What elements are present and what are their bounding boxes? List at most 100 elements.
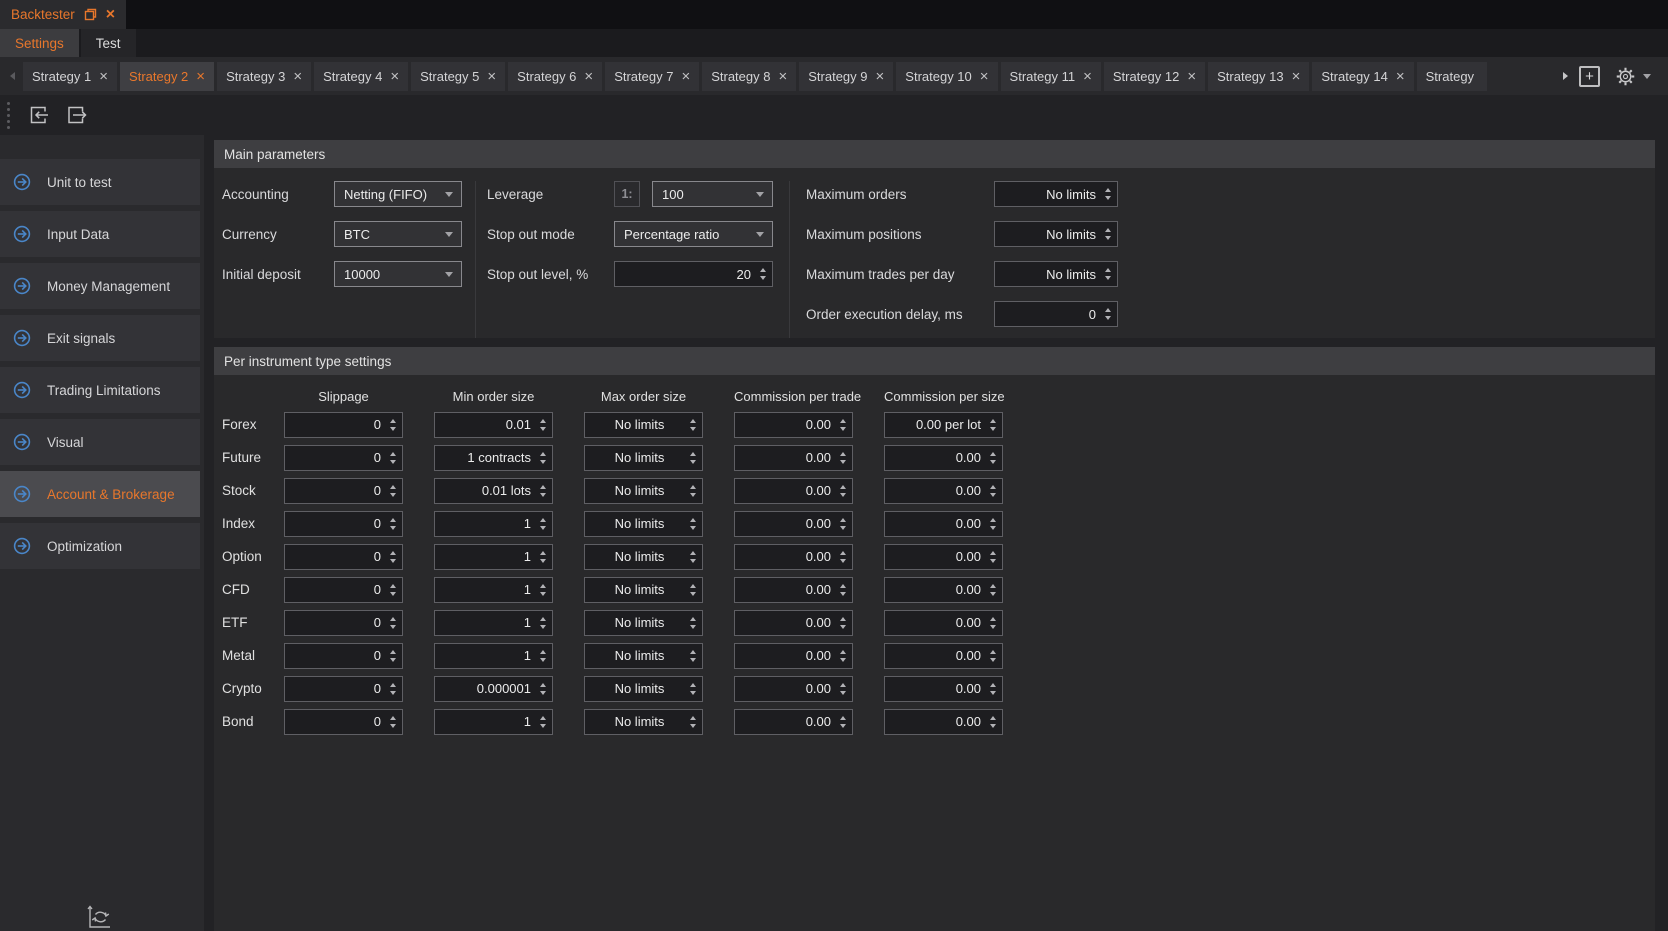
initial-deposit-dropdown[interactable]: 10000 xyxy=(334,261,462,287)
spinner-down-icon[interactable] xyxy=(1105,276,1111,280)
restore-window-icon[interactable] xyxy=(84,8,97,21)
slippage-spinner[interactable]: 0 xyxy=(284,412,403,438)
strategy-tab[interactable]: Strategy 14 × xyxy=(1312,62,1413,91)
close-icon[interactable]: × xyxy=(1292,69,1301,84)
close-icon[interactable]: × xyxy=(1083,69,1092,84)
max-order-size-spinner[interactable]: No limits xyxy=(584,709,703,735)
spinner-down-icon[interactable] xyxy=(990,625,996,629)
spinner-up-icon[interactable] xyxy=(390,683,396,687)
spinner-up-icon[interactable] xyxy=(760,268,766,272)
close-icon[interactable]: × xyxy=(980,69,989,84)
strategy-tab[interactable]: Strategy 6 × xyxy=(508,62,602,91)
spinner-down-icon[interactable] xyxy=(540,691,546,695)
spinner-up-icon[interactable] xyxy=(690,617,696,621)
close-icon[interactable]: × xyxy=(778,69,787,84)
spinner-down-icon[interactable] xyxy=(990,658,996,662)
spinner-down-icon[interactable] xyxy=(990,559,996,563)
spinner-down-icon[interactable] xyxy=(990,526,996,530)
max-order-size-spinner[interactable]: No limits xyxy=(584,676,703,702)
spinner-up-icon[interactable] xyxy=(390,584,396,588)
spinner-down-icon[interactable] xyxy=(1105,196,1111,200)
spinner-up-icon[interactable] xyxy=(840,551,846,555)
commission-per-size-spinner[interactable]: 0.00 xyxy=(884,643,1003,669)
commission-per-size-spinner[interactable]: 0.00 xyxy=(884,445,1003,471)
spinner-up-icon[interactable] xyxy=(690,452,696,456)
spinner-up-icon[interactable] xyxy=(1105,228,1111,232)
spinner-down-icon[interactable] xyxy=(840,427,846,431)
spinner-up-icon[interactable] xyxy=(540,485,546,489)
spinner-down-icon[interactable] xyxy=(390,427,396,431)
stop-out-level-spinner[interactable]: 20 xyxy=(614,261,773,287)
spinner-up-icon[interactable] xyxy=(990,452,996,456)
spinner-down-icon[interactable] xyxy=(690,460,696,464)
settings-menu-button[interactable] xyxy=(1611,64,1655,89)
spinner-up-icon[interactable] xyxy=(690,584,696,588)
max-order-size-spinner[interactable]: No limits xyxy=(584,412,703,438)
spinner-up-icon[interactable] xyxy=(540,650,546,654)
spinner-down-icon[interactable] xyxy=(840,460,846,464)
slippage-spinner[interactable]: 0 xyxy=(284,709,403,735)
spinner-up-icon[interactable] xyxy=(690,551,696,555)
spinner-down-icon[interactable] xyxy=(840,691,846,695)
spinner-up-icon[interactable] xyxy=(840,452,846,456)
sidebar-item[interactable]: Money Management xyxy=(0,263,200,309)
min-order-size-spinner[interactable]: 1 xyxy=(434,511,553,537)
spinner-down-icon[interactable] xyxy=(1105,316,1111,320)
slippage-spinner[interactable]: 0 xyxy=(284,544,403,570)
spinner-up-icon[interactable] xyxy=(840,617,846,621)
strategy-tab[interactable]: Strategy 5 × xyxy=(411,62,505,91)
spinner-down-icon[interactable] xyxy=(690,625,696,629)
spinner-up-icon[interactable] xyxy=(390,617,396,621)
spinner-up-icon[interactable] xyxy=(840,683,846,687)
spinner-up-icon[interactable] xyxy=(1105,308,1111,312)
sidebar-item[interactable]: Input Data xyxy=(0,211,200,257)
close-icon[interactable]: × xyxy=(681,69,690,84)
leverage-dropdown[interactable]: 100 xyxy=(652,181,773,207)
spinner-down-icon[interactable] xyxy=(540,460,546,464)
spinner-down-icon[interactable] xyxy=(990,724,996,728)
spinner-down-icon[interactable] xyxy=(690,658,696,662)
max-order-size-spinner[interactable]: No limits xyxy=(584,643,703,669)
spinner-up-icon[interactable] xyxy=(390,716,396,720)
spinner-down-icon[interactable] xyxy=(690,493,696,497)
sidebar-item[interactable]: Visual xyxy=(0,419,200,465)
sidebar-item[interactable]: Account & Brokerage xyxy=(0,471,200,517)
min-order-size-spinner[interactable]: 0.000001 xyxy=(434,676,553,702)
spinner-up-icon[interactable] xyxy=(840,584,846,588)
max-order-size-spinner[interactable]: No limits xyxy=(584,445,703,471)
strategy-tab[interactable]: Strategy 12 × xyxy=(1104,62,1205,91)
commission-per-size-spinner[interactable]: 0.00 xyxy=(884,544,1003,570)
spinner-down-icon[interactable] xyxy=(390,625,396,629)
spinner-up-icon[interactable] xyxy=(540,452,546,456)
commission-per-size-spinner[interactable]: 0.00 xyxy=(884,511,1003,537)
commission-per-size-spinner[interactable]: 0.00 per lot xyxy=(884,412,1003,438)
slippage-spinner[interactable]: 0 xyxy=(284,676,403,702)
commission-per-size-spinner[interactable]: 0.00 xyxy=(884,478,1003,504)
spinner-up-icon[interactable] xyxy=(540,518,546,522)
close-icon[interactable]: × xyxy=(390,69,399,84)
spinner-up-icon[interactable] xyxy=(840,419,846,423)
spinner-down-icon[interactable] xyxy=(840,724,846,728)
spinner-down-icon[interactable] xyxy=(540,559,546,563)
spinner-down-icon[interactable] xyxy=(690,724,696,728)
spinner-up-icon[interactable] xyxy=(840,650,846,654)
strategy-tab[interactable]: Strategy 11 × xyxy=(1001,62,1101,91)
stop-out-mode-dropdown[interactable]: Percentage ratio xyxy=(614,221,773,247)
accounting-dropdown[interactable]: Netting (FIFO) xyxy=(334,181,462,207)
min-order-size-spinner[interactable]: 1 xyxy=(434,544,553,570)
close-icon[interactable]: × xyxy=(106,7,115,23)
spinner-down-icon[interactable] xyxy=(840,625,846,629)
slippage-spinner[interactable]: 0 xyxy=(284,511,403,537)
commission-per-trade-spinner[interactable]: 0.00 xyxy=(734,676,853,702)
spinner-down-icon[interactable] xyxy=(390,724,396,728)
spinner-up-icon[interactable] xyxy=(990,551,996,555)
sidebar-item[interactable]: Unit to test xyxy=(0,159,200,205)
slippage-spinner[interactable]: 0 xyxy=(284,445,403,471)
min-order-size-spinner[interactable]: 1 xyxy=(434,610,553,636)
commission-per-trade-spinner[interactable]: 0.00 xyxy=(734,412,853,438)
spinner-up-icon[interactable] xyxy=(390,452,396,456)
min-order-size-spinner[interactable]: 1 xyxy=(434,709,553,735)
sidebar-item[interactable]: Exit signals xyxy=(0,315,200,361)
spinner-down-icon[interactable] xyxy=(990,592,996,596)
commission-per-trade-spinner[interactable]: 0.00 xyxy=(734,643,853,669)
